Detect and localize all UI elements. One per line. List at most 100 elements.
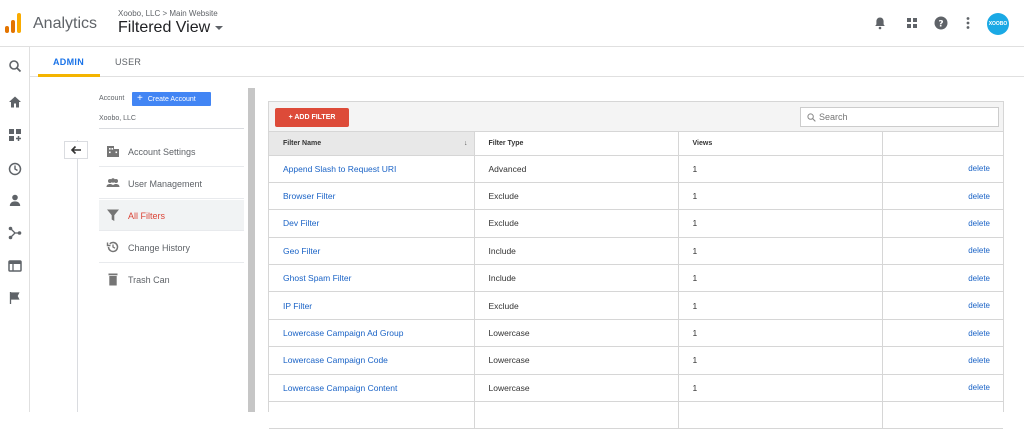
delete-link[interactable]: delete [882,182,1003,211]
search-input[interactable]: Search [800,107,999,127]
table-row: Lowercase Campaign Code Lowercase 1 delete [269,346,1003,375]
account-selector[interactable]: Xoobo, LLC [99,115,136,122]
help-icon[interactable]: ? [934,16,948,30]
view-title: Filtered View [118,19,211,36]
tab-admin[interactable]: ADMIN [53,57,84,67]
back-button[interactable] [64,141,88,159]
views-cell: 1 [678,374,883,403]
views-cell: 1 [678,264,883,293]
table-row: Geo Filter Include 1 delete [269,237,1003,266]
filter-name-link[interactable]: Ghost Spam Filter [269,264,475,293]
create-account-label: Create Account [147,96,196,103]
filter-type-cell: Include [474,264,679,293]
acquisition-icon[interactable] [8,226,22,240]
filter-name-link[interactable] [269,401,475,429]
delete-link[interactable]: delete [882,264,1003,293]
filter-name-link[interactable]: Browser Filter [269,182,475,211]
table-row [269,401,1003,429]
delete-link[interactable]: delete [882,346,1003,375]
filter-type-cell: Exclude [474,291,679,320]
nav-item-change-history[interactable]: Change History [99,232,244,263]
column-header-filter-name[interactable]: Filter Name ↓ [269,132,475,156]
nav-item-all-filters[interactable]: All Filters [99,200,244,231]
filter-name-link[interactable]: Lowercase Campaign Ad Group [269,319,475,348]
views-cell: 1 [678,237,883,266]
column-header-views[interactable]: Views [678,132,883,156]
behavior-icon[interactable] [8,259,22,273]
analytics-logo[interactable] [5,13,21,33]
bell-icon[interactable] [873,16,887,30]
search-icon[interactable] [8,59,22,73]
nav-item-user-management[interactable]: User Management [99,168,244,199]
filter-type-cell: Exclude [474,182,679,211]
svg-text:?: ? [938,20,943,30]
filter-name-link[interactable]: IP Filter [269,291,475,320]
avatar[interactable]: XOOBO [987,13,1009,35]
views-cell: 1 [678,209,883,238]
filter-name-link[interactable]: Lowercase Campaign Content [269,374,475,403]
filter-name-link[interactable]: Lowercase Campaign Code [269,346,475,375]
table-header-row: Filter Name ↓ Filter Type Views [269,132,1003,156]
filter-type-cell: Lowercase [474,319,679,348]
breadcrumb[interactable]: Xoobo, LLC > Main Website [118,9,218,18]
filter-icon [107,209,119,221]
panel-scrollbar[interactable] [248,88,255,412]
create-account-button[interactable]: + Create Account [132,92,211,106]
views-cell: 1 [678,291,883,320]
divider [99,128,244,129]
audience-person-icon[interactable] [8,193,22,207]
filters-toolbar: + ADD FILTER Search [269,102,1003,132]
nav-item-label: Trash Can [128,275,170,285]
nav-item-label: User Management [128,179,203,189]
table-row: Dev Filter Exclude 1 delete [269,209,1003,238]
hierarchy-line [77,140,78,412]
delete-link[interactable]: delete [882,291,1003,320]
delete-link[interactable]: delete [882,209,1003,238]
view-selector[interactable]: Filtered View [118,19,224,37]
views-cell: 1 [678,346,883,375]
column-header-actions [882,132,1003,156]
plus-icon: + [137,93,143,104]
filter-type-cell: Include [474,237,679,266]
filter-name-link[interactable]: Dev Filter [269,209,475,238]
nav-item-label: Change History [128,243,191,253]
table-row: Lowercase Campaign Ad Group Lowercase 1 del… [269,319,1003,348]
more-vert-icon[interactable] [961,16,975,30]
history-icon [106,241,119,253]
filters-panel: + ADD FILTER Search Filter Name ↓ Filter… [268,101,1004,429]
nav-item-account-settings[interactable]: Account Settings [99,136,244,167]
views-cell: 1 [678,182,883,211]
building-icon [107,146,119,157]
add-filter-button[interactable]: + ADD FILTER [275,108,349,127]
views-cell: 1 [678,319,883,348]
realtime-clock-icon[interactable] [8,162,22,176]
table-row: IP Filter Exclude 1 delete [269,291,1003,320]
home-icon[interactable] [8,95,22,109]
filter-name-link[interactable]: Append Slash to Request URI [269,155,475,183]
nav-item-label: Account Settings [128,147,196,157]
views-cell [678,401,883,429]
back-arrow-icon [70,145,81,155]
admin-user-tabs: ADMIN USER [30,47,1024,77]
nav-item-trash-can[interactable]: Trash Can [99,264,244,295]
tab-user[interactable]: USER [115,57,141,67]
delete-link[interactable]: delete [882,319,1003,348]
delete-link[interactable]: delete [882,155,1003,183]
filter-type-cell: Exclude [474,209,679,238]
account-label: Account [99,95,125,102]
column-header-filter-type[interactable]: Filter Type [474,132,679,156]
active-tab-indicator [38,74,100,77]
customization-icon[interactable] [8,128,22,142]
search-placeholder: Search [819,112,848,122]
table-row: Append Slash to Request URI Advanced 1 dele… [269,155,1003,183]
table-row: Lowercase Campaign Content Lowercase 1 dele… [269,374,1003,403]
conversions-flag-icon[interactable] [8,291,22,305]
filter-name-link[interactable]: Geo Filter [269,237,475,266]
app-name: Analytics [33,15,98,32]
filter-type-cell: Lowercase [474,346,679,375]
apps-grid-icon[interactable] [905,16,919,30]
trash-icon [108,273,118,286]
delete-link[interactable]: delete [882,374,1003,403]
delete-link[interactable]: delete [882,237,1003,266]
delete-link[interactable] [882,401,1003,429]
